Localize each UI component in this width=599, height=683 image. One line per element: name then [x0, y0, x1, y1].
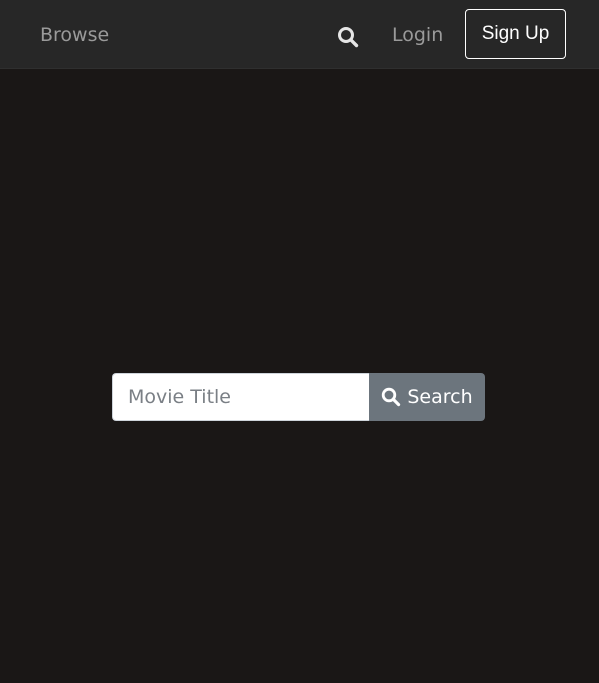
nav-login-link[interactable]: Login — [392, 22, 443, 48]
navbar: Browse Login Sign Up — [0, 0, 599, 69]
signup-button[interactable]: Sign Up — [465, 9, 566, 59]
movie-title-input[interactable] — [112, 373, 369, 421]
search-button[interactable]: Search — [369, 373, 485, 421]
search-button-label: Search — [407, 386, 473, 408]
nav-browse-link[interactable]: Browse — [40, 22, 109, 48]
movie-search-form: Search — [112, 373, 485, 421]
search-icon — [381, 387, 401, 407]
search-icon[interactable] — [337, 26, 359, 48]
